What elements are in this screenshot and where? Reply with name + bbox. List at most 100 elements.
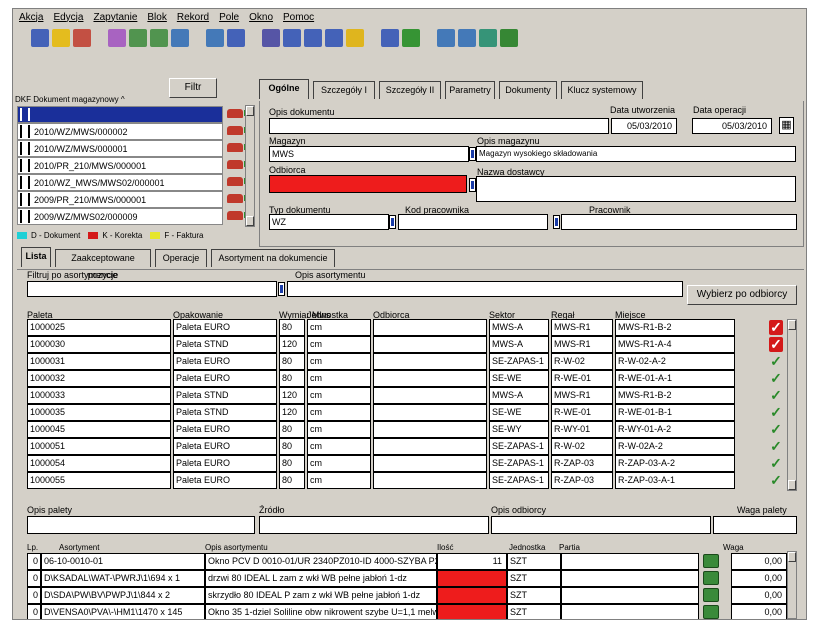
typ-dokumentu-dropdown-icon[interactable] (389, 215, 396, 229)
filter-icon[interactable] (108, 29, 126, 47)
search-icon[interactable] (52, 29, 70, 47)
position-cell-lp[interactable]: 0 (27, 604, 41, 619)
save-icon[interactable] (31, 29, 49, 47)
pallet-cell-miejsce[interactable]: R-W-02-A-2 (615, 353, 735, 370)
table-icon[interactable] (129, 29, 147, 47)
pallet-cell-sektor[interactable]: MWS-A (489, 387, 549, 404)
position-cell-lp[interactable]: 0 (27, 553, 41, 570)
pallet-cell-regal[interactable]: R-ZAP-03 (551, 472, 613, 489)
status-red-check-icon[interactable]: ✓ (769, 337, 783, 352)
filtruj-dropdown-icon[interactable] (278, 282, 285, 296)
position-cell-jedn[interactable]: SZT (507, 553, 561, 570)
pallet-cell-opak[interactable]: Paleta EURO (173, 472, 277, 489)
filter-button[interactable]: Filtr (169, 78, 217, 98)
pallet-row[interactable]: 1000035 Paleta STND 120 cm SE-WE R-WE-01 R-WE-… (27, 404, 787, 421)
pallet-grid-scrollbar[interactable] (787, 319, 797, 491)
tab-top-1[interactable]: Szczegóły I (313, 81, 375, 99)
pallet-cell-opak[interactable]: Paleta EURO (173, 319, 277, 336)
position-cell-ilosc[interactable] (437, 570, 507, 587)
pallet-cell-odb[interactable] (373, 421, 487, 438)
position-cell-jedn[interactable]: SZT (507, 604, 561, 619)
tab-bottom-3[interactable]: Asortyment na dokumencie (211, 249, 335, 267)
magazyn-dropdown-icon[interactable] (469, 147, 476, 161)
pallet-row[interactable]: 1000025 Paleta EURO 80 cm MWS-A MWS-R1 MWS-R1-… (27, 319, 787, 336)
waga-palety-field[interactable] (713, 516, 797, 534)
pallet-cell-regal[interactable]: R-W-02 (551, 353, 613, 370)
position-cell-partia[interactable] (561, 553, 699, 570)
calendar-icon[interactable]: ▦ (779, 117, 794, 134)
pallet-cell-regal[interactable]: MWS-R1 (551, 387, 613, 404)
menu-item-4[interactable]: Rekord (177, 12, 209, 23)
pallet-cell-miejsce[interactable]: MWS-R1-B-2 (615, 319, 735, 336)
pallet-cell-regal[interactable]: R-WE-01 (551, 404, 613, 421)
position-row[interactable]: 0 D\VENSA0\PVA\-\HM1\1470 x 145 Okno 35 1-… (13, 604, 787, 619)
tab-top-2[interactable]: Szczegóły II (379, 81, 441, 99)
export-icon[interactable] (479, 29, 497, 47)
positions-column-header[interactable]: Ilość (437, 543, 453, 552)
positions-column-header[interactable]: Waga (723, 543, 744, 552)
pallet-cell-wym[interactable]: 80 (279, 472, 305, 489)
pallet-cell-regal[interactable]: R-WE-01 (551, 370, 613, 387)
pallet-cell-jedn[interactable]: cm (307, 319, 371, 336)
pallet-row[interactable]: 1000031 Paleta EURO 80 cm SE-ZAPAS-1 R-W-02 R-… (27, 353, 787, 370)
status-green-check-icon[interactable]: ✓ (769, 422, 783, 437)
save-to-print-icon[interactable] (703, 554, 719, 568)
pallet-cell-odb[interactable] (373, 455, 487, 472)
pallet-cell-odb[interactable] (373, 404, 487, 421)
pallet-cell-paleta[interactable]: 1000025 (27, 319, 171, 336)
pallet-row[interactable]: 1000054 Paleta EURO 80 cm SE-ZAPAS-1 R-ZAP-03… (27, 455, 787, 472)
document-list-item[interactable]: 2010/WZ/MWS/000001 (17, 140, 223, 157)
odbiorca-dropdown-icon[interactable] (469, 178, 476, 192)
pallet-cell-wym[interactable]: 80 (279, 353, 305, 370)
positions-grid-scrollbar[interactable] (787, 551, 797, 619)
tab-top-3[interactable]: Parametry (445, 81, 495, 99)
pallet-cell-odb[interactable] (373, 387, 487, 404)
info2-icon[interactable] (458, 29, 476, 47)
tab-bottom-0[interactable]: Lista (21, 247, 51, 267)
pallet-cell-opak[interactable]: Paleta EURO (173, 353, 277, 370)
pallet-cell-miejsce[interactable]: R-W-02A-2 (615, 438, 735, 455)
wybierz-po-odbiorcy-button[interactable]: Wybierz po odbiorcy (687, 285, 797, 305)
pallet-cell-opak[interactable]: Paleta STND (173, 387, 277, 404)
position-cell-jedn[interactable]: SZT (507, 587, 561, 604)
document-list-item[interactable]: 2010/WZ/MWS/000002 (17, 123, 223, 140)
pallet-cell-sektor[interactable]: SE-ZAPAS-1 (489, 455, 549, 472)
positions-column-header[interactable]: Asortyment (59, 543, 99, 552)
position-cell-ilosc[interactable] (437, 604, 507, 619)
pallet-cell-miejsce[interactable]: MWS-R1-B-2 (615, 387, 735, 404)
position-cell-ilosc[interactable]: 11 (437, 553, 507, 570)
list-icon[interactable] (346, 29, 364, 47)
pallet-cell-wym[interactable]: 80 (279, 438, 305, 455)
sort-icon[interactable] (227, 29, 245, 47)
data-utworzenia-field[interactable]: 05/03/2010 (611, 118, 677, 134)
document-list-item[interactable]: 2009/PR_210/MWS/000001 (17, 191, 223, 208)
status-green-check-icon[interactable]: ✓ (769, 456, 783, 471)
data-operacji-field[interactable]: 05/03/2010 (692, 118, 772, 134)
pallet-cell-wym[interactable]: 80 (279, 319, 305, 336)
pallet-cell-wym[interactable]: 80 (279, 455, 305, 472)
globe-icon[interactable] (437, 29, 455, 47)
position-cell-lp[interactable]: 0 (27, 587, 41, 604)
pallet-cell-regal[interactable]: R-W-02 (551, 438, 613, 455)
position-cell-waga[interactable]: 0,00 (731, 570, 787, 587)
opis-asortymentu-field[interactable] (287, 281, 683, 297)
pallet-cell-jedn[interactable]: cm (307, 336, 371, 353)
document-list-header[interactable]: DKF Dokument magazynowy ^ (15, 95, 125, 104)
pallet-cell-paleta[interactable]: 1000035 (27, 404, 171, 421)
position-row[interactable]: 0 D\KSADAL\WAT-\PWRJ\1\694 x 1 drzwi 80 ID… (13, 570, 787, 587)
document-list-item[interactable] (17, 106, 223, 123)
status-green-check-icon[interactable]: ✓ (769, 354, 783, 369)
pallet-cell-jedn[interactable]: cm (307, 353, 371, 370)
pallet-cell-jedn[interactable]: cm (307, 404, 371, 421)
position-cell-waga[interactable]: 0,00 (731, 604, 787, 619)
save-to-print-icon[interactable] (703, 588, 719, 602)
status-red-check-icon[interactable]: ✓ (769, 320, 783, 335)
menu-item-3[interactable]: Blok (147, 12, 166, 23)
document-list-item[interactable]: 2010/WZ_MWS/MWS02/000001 (17, 174, 223, 191)
position-cell-partia[interactable] (561, 570, 699, 587)
pallet-cell-regal[interactable]: R-WY-01 (551, 421, 613, 438)
save-to-print-icon[interactable] (703, 605, 719, 619)
pallet-cell-miejsce[interactable]: R-WE-01-B-1 (615, 404, 735, 421)
menu-item-6[interactable]: Okno (249, 12, 273, 23)
positions-column-header[interactable]: Jednostka (509, 543, 545, 552)
